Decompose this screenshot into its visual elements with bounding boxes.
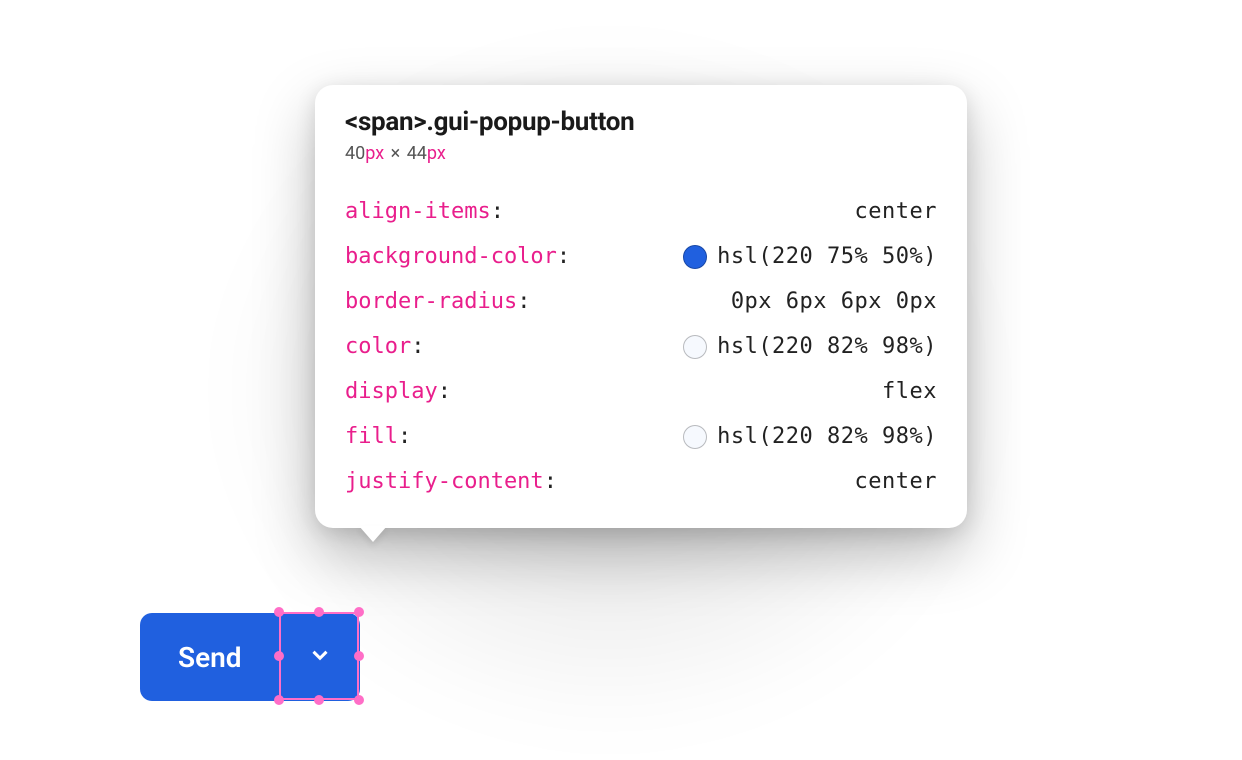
- tooltip-selector: <span>.gui-popup-button: [345, 107, 937, 137]
- color-swatch: [683, 425, 707, 449]
- css-property-colon: :: [544, 469, 557, 494]
- css-property-row: border-radius: 0px 6px 6px 0px: [345, 280, 937, 324]
- dim-width: 40: [345, 143, 365, 164]
- css-property-row: align-items: center: [345, 190, 937, 234]
- css-property-colon: :: [438, 379, 451, 404]
- css-property-row: justify-content: center: [345, 460, 937, 504]
- dim-height: 44: [407, 143, 427, 164]
- css-property-value: 0px 6px 6px 0px: [731, 291, 937, 313]
- css-property-name: align-items: [345, 199, 491, 224]
- css-property-name: color: [345, 334, 411, 359]
- css-property-name: display: [345, 379, 438, 404]
- css-property-name: background-color: [345, 244, 557, 269]
- css-property-value: center: [855, 471, 937, 493]
- css-property-colon: :: [398, 424, 411, 449]
- dim-width-unit: px: [365, 143, 384, 164]
- css-property-name: border-radius: [345, 289, 517, 314]
- css-property-row: fill: hsl(220 82% 98%): [345, 414, 937, 460]
- split-button: Send: [140, 613, 360, 701]
- css-property-value: hsl(220 82% 98%): [717, 336, 937, 358]
- popup-dropdown-button[interactable]: [280, 613, 360, 701]
- css-property-colon: :: [411, 334, 424, 359]
- color-swatch: [683, 245, 707, 269]
- css-property-colon: :: [557, 244, 570, 269]
- send-button-label: Send: [178, 641, 242, 674]
- css-property-row: color: hsl(220 82% 98%): [345, 324, 937, 370]
- send-button[interactable]: Send: [140, 613, 280, 701]
- dim-height-unit: px: [427, 143, 446, 164]
- css-property-value: flex: [882, 381, 937, 403]
- color-swatch: [683, 335, 707, 359]
- css-inspector-tooltip: <span>.gui-popup-button 40px × 44px alig…: [315, 85, 967, 528]
- css-property-value: hsl(220 75% 50%): [717, 246, 937, 268]
- chevron-down-icon: [307, 642, 333, 672]
- css-property-row: display: flex: [345, 370, 937, 414]
- css-property-colon: :: [491, 199, 504, 224]
- css-property-name: justify-content: [345, 469, 544, 494]
- css-property-colon: :: [517, 289, 530, 314]
- css-property-list: align-items: center background-color: hsl(2…: [345, 190, 937, 504]
- dim-separator: ×: [391, 143, 401, 164]
- tooltip-dimensions: 40px × 44px: [345, 143, 937, 164]
- css-property-row: background-color: hsl(220 75% 50%): [345, 234, 937, 280]
- css-property-value: hsl(220 82% 98%): [717, 426, 937, 448]
- css-property-value: center: [855, 201, 937, 223]
- css-property-name: fill: [345, 424, 398, 449]
